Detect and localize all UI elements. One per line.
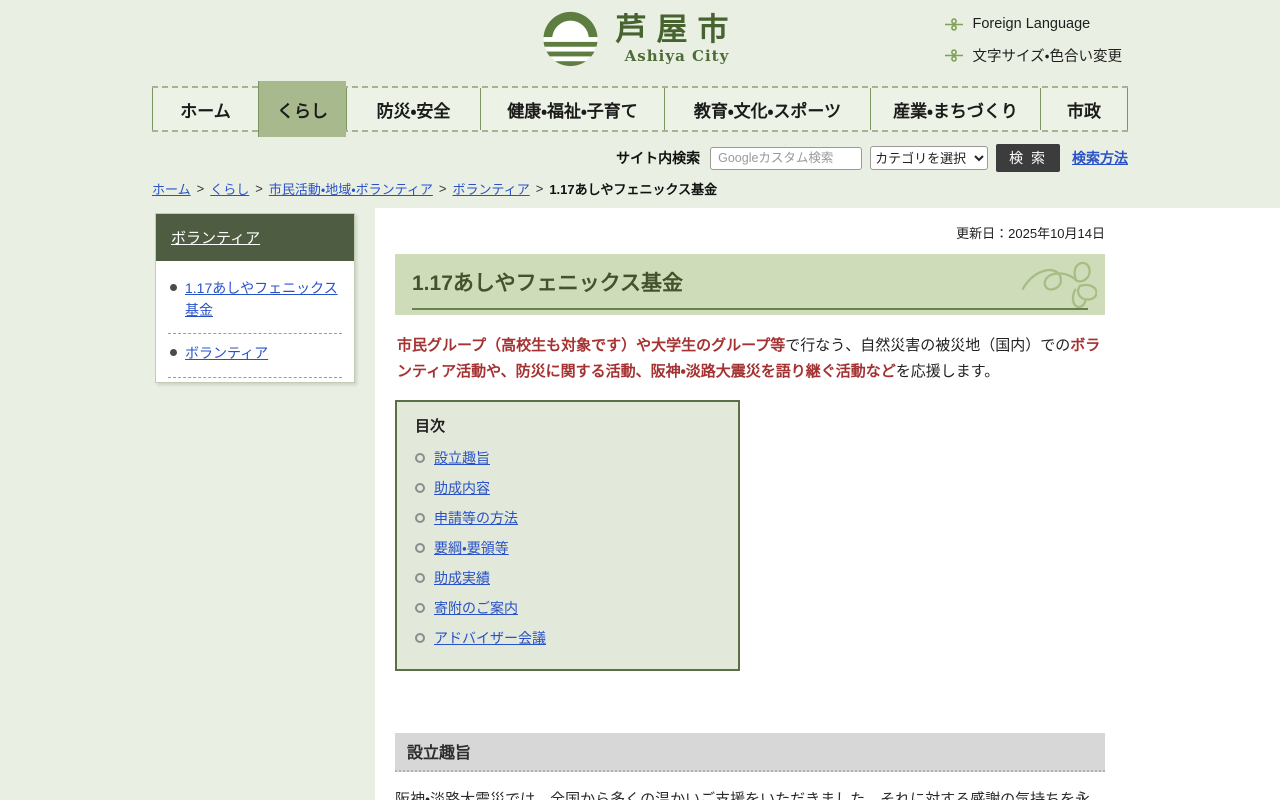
breadcrumb-item-5: 1.17あしやフェニックス基金 (549, 182, 718, 197)
page-title: 1.17あしやフェニックス基金 (412, 267, 1088, 310)
toc-link-4[interactable]: 要綱・要領等 (434, 538, 509, 558)
circle-bullet-icon (415, 512, 425, 523)
toc-link-6[interactable]: 寄附のご案内 (434, 598, 518, 618)
toc-link-7[interactable]: アドバイザー会議 (434, 628, 546, 648)
nav-item-6[interactable]: 産業・まちづくり (870, 88, 1040, 130)
nav-item-1[interactable]: ホーム (152, 88, 258, 130)
sidebar-title-link[interactable]: ボランティア (171, 230, 260, 247)
nav-item-4[interactable]: 健康・福祉・子育て (480, 88, 664, 130)
toc-link-1[interactable]: 設立趣旨 (434, 448, 490, 468)
site-search: サイト内検索 カテゴリを選択 検 索 検索方法 (152, 144, 1128, 172)
site-logo[interactable]: 芦屋市 Ashiya City (542, 10, 739, 68)
sidebar-header[interactable]: ボランティア (156, 214, 354, 261)
sidebar-list: 1.17あしやフェニックス基金ボランティア (156, 261, 354, 382)
circle-bullet-icon (415, 602, 425, 613)
circle-bullet-icon (415, 572, 425, 583)
search-help-link[interactable]: 検索方法 (1072, 148, 1128, 168)
nav-item-2[interactable]: くらし (258, 81, 346, 137)
toc-item: 設立趣旨 (415, 443, 720, 473)
nav-item-5[interactable]: 教育・文化・スポーツ (664, 88, 870, 130)
nav-item-3[interactable]: 防災・安全 (346, 88, 480, 130)
section-heading: 設立趣旨 (395, 732, 1105, 772)
toc-title: 目次 (415, 417, 446, 435)
updated-date: 更新日：2025年10月14日 (956, 226, 1105, 241)
bullet-icon (170, 284, 177, 291)
site-header: 芦屋市 Ashiya City Foreign Language 文字サイズ・色… (0, 0, 1280, 80)
section-body: 阪神・淡路大震災では、全国から多くの温かいご支援をいただきました。それに対する感… (395, 787, 1105, 800)
breadcrumb-item-3[interactable]: 市民活動・地域・ボランティア (269, 179, 433, 198)
sidebar-list-item: ボランティア (168, 334, 342, 379)
foreign-language-link[interactable]: Foreign Language (944, 16, 1123, 32)
main-nav: ホーム くらし 防災・安全 健康・福祉・子育て 教育・文化・スポーツ 産業・まちづくり 市政 (152, 81, 1128, 137)
text-size-color-link[interactable]: 文字サイズ・色合い変更 (944, 45, 1123, 66)
sidebar-list-item: 1.17あしやフェニックス基金 (168, 269, 342, 335)
toc-item: 寄附のご案内 (415, 593, 720, 623)
toc-link-2[interactable]: 助成内容 (434, 478, 490, 498)
toc-item: 助成実績 (415, 563, 720, 593)
intro-emphasis-text: 市民グループ（高校生も対象です）や大学生のグループ等 (397, 337, 786, 354)
branch-icon (944, 17, 964, 31)
toc-item: アドバイザー会議 (415, 623, 720, 653)
foreign-language-label: Foreign Language (972, 16, 1091, 32)
toc-item: 助成内容 (415, 473, 720, 503)
toc-list: 設立趣旨助成内容申請等の方法 要綱・要領等 助成実績寄附のご案内アドバイザー会議 (415, 443, 720, 653)
main-content: 更新日：2025年10月14日 1.17あしやフェニックス基金 市民グループ（高… (375, 208, 1280, 800)
search-category-select[interactable]: カテゴリを選択 (870, 146, 989, 170)
toc-item: 要綱・要領等 (415, 533, 720, 563)
breadcrumb-separator: > (255, 181, 263, 196)
intro-paragraph: 市民グループ（高校生も対象です）や大学生のグループ等で行なう、自然災害の被災地（… (397, 333, 1103, 385)
content-area: ボランティア 1.17あしやフェニックス基金 ボランティア 更新日：2025年10… (152, 208, 1280, 800)
toc-link-5[interactable]: 助成実績 (434, 568, 490, 588)
header-utility-links: Foreign Language 文字サイズ・色合い変更 (944, 16, 1123, 79)
breadcrumb-item-2[interactable]: くらし (210, 179, 249, 198)
breadcrumb-item-4[interactable]: ボランティア (452, 179, 529, 198)
search-input[interactable] (710, 146, 863, 170)
breadcrumb-item-1[interactable]: ホーム (152, 179, 191, 198)
toc-link-3[interactable]: 申請等の方法 (434, 508, 518, 528)
text-size-color-label: 文字サイズ・色合い変更 (972, 49, 1123, 65)
intro-text: を応援します。 (895, 362, 1000, 380)
body-paragraph: 阪神・淡路大震災では、全国から多くの温かいご支援をいただきました。それに対する感… (395, 790, 1091, 800)
breadcrumb-separator: > (535, 181, 544, 196)
city-name-en: Ashiya City (624, 47, 730, 66)
breadcrumb: ホーム > くらし > 市民活動・地域・ボランティア > ボランティア >1.17あしやフェニ… (152, 179, 1128, 198)
circle-bullet-icon (415, 452, 425, 463)
sidebar-link-1[interactable]: 1.17あしやフェニックス基金 (185, 278, 340, 321)
circle-bullet-icon (415, 542, 425, 553)
search-button[interactable]: 検 索 (996, 144, 1060, 172)
bullet-icon (170, 349, 177, 357)
page-title-banner: 1.17あしやフェニックス基金 (395, 254, 1105, 315)
nav-item-7[interactable]: 市政 (1040, 88, 1128, 130)
toc-item: 申請等の方法 (415, 503, 720, 533)
sidebar-menu: ボランティア 1.17あしやフェニックス基金 ボランティア (155, 213, 355, 384)
breadcrumb-separator: > (438, 181, 447, 196)
branch-icon (944, 49, 964, 62)
circle-bullet-icon (415, 632, 425, 643)
circle-bullet-icon (415, 482, 425, 493)
intro-text: で行なう、自然災害の被災地（国内）での (785, 337, 1071, 354)
city-name: 芦屋市 (615, 11, 739, 48)
search-label: サイト内検索 (616, 150, 701, 166)
breadcrumb-separator: > (196, 181, 205, 196)
sidebar-link-2[interactable]: ボランティア (185, 343, 268, 365)
toc-box: 目次 設立趣旨助成内容申請等の方法 要綱・要領等 助成実績寄附のご案内アドバイザー会… (395, 399, 740, 671)
city-crest-icon (542, 10, 600, 68)
